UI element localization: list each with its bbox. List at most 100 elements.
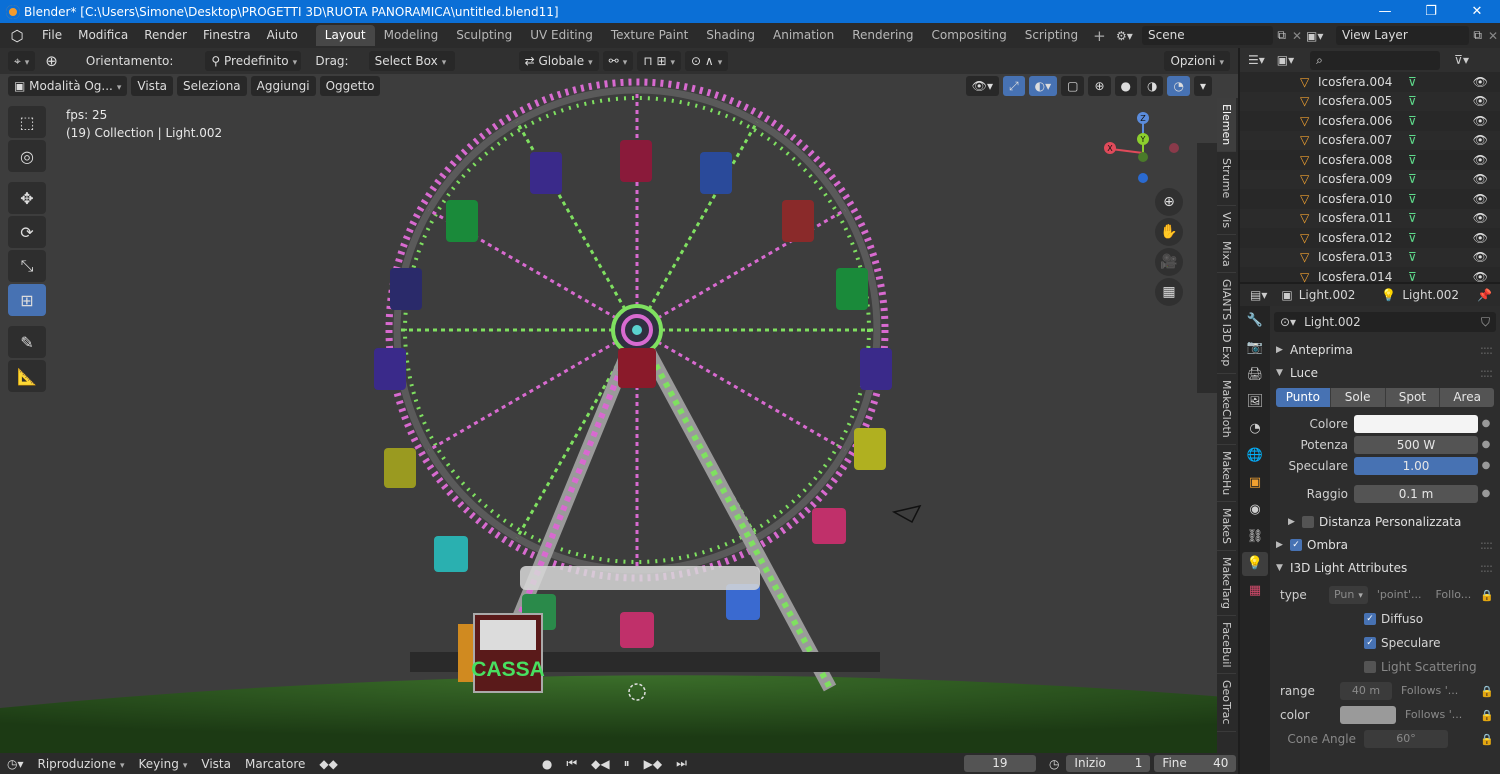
scene-name-field[interactable]: Scene bbox=[1142, 26, 1274, 45]
keyframe-dot-icon[interactable]: ● bbox=[1478, 418, 1494, 429]
tab-compositing[interactable]: Compositing bbox=[923, 25, 1016, 46]
move-tool-icon[interactable]: ✥ bbox=[8, 182, 46, 214]
prev-keyframe-icon[interactable]: ◆◀ bbox=[584, 757, 616, 771]
panel-i3d[interactable]: ▼ I3D Light Attributes:::: bbox=[1270, 556, 1500, 579]
outliner-search-input[interactable]: ⌕ bbox=[1310, 50, 1441, 70]
panel-light[interactable]: ▼ Luce:::: bbox=[1270, 361, 1500, 384]
eye-icon[interactable]: 👁 bbox=[1473, 75, 1488, 89]
tool-properties-icon[interactable]: 🔧 bbox=[1242, 309, 1268, 333]
menu-select[interactable]: Seleziona bbox=[177, 76, 247, 96]
mode-dropdown[interactable]: ▣ Modalità Og... ▾ bbox=[8, 76, 128, 96]
menu-render[interactable]: Render bbox=[136, 23, 195, 48]
transform-tool-icon[interactable]: ⊞ bbox=[8, 284, 46, 316]
outliner-row[interactable]: ▽ Icosfera.007 ⊽ 👁 bbox=[1240, 130, 1500, 150]
sidebar-tab-tool[interactable]: Strume bbox=[1217, 152, 1236, 206]
add-workspace-button[interactable]: + bbox=[1087, 27, 1112, 45]
panel-custom-distance[interactable]: ▶ Distanza Personalizzata bbox=[1270, 510, 1500, 533]
sidebar-collapsed-strip[interactable] bbox=[1197, 143, 1217, 393]
new-scene-icon[interactable]: ⧉ bbox=[1277, 28, 1286, 43]
outliner-row[interactable]: ▽ Icosfera.004 ⊽ 👁 bbox=[1240, 72, 1500, 92]
frame-start-field[interactable]: Inizio 1 bbox=[1066, 755, 1151, 772]
sidebar-tab-makehuman[interactable]: MakeHu bbox=[1217, 445, 1236, 502]
eye-icon[interactable]: 👁 bbox=[1473, 231, 1488, 245]
tab-texture-paint[interactable]: Texture Paint bbox=[602, 25, 697, 46]
scale-tool-icon[interactable]: ⤡ bbox=[8, 250, 46, 282]
overlays-icon[interactable]: ◐▾ bbox=[1028, 76, 1058, 96]
sidebar-tab-view[interactable]: Vis bbox=[1217, 206, 1236, 235]
outliner-row[interactable]: ▽ Icosfera.006 ⊽ 👁 bbox=[1240, 111, 1500, 131]
i3d-specular-checkbox[interactable]: ✓ bbox=[1364, 637, 1376, 649]
tab-layout[interactable]: Layout bbox=[315, 25, 375, 46]
shadow-checkbox[interactable]: ✓ bbox=[1290, 538, 1302, 551]
texture-properties-icon[interactable]: ▦ bbox=[1242, 579, 1268, 603]
world-properties-icon[interactable]: 🌐 bbox=[1242, 444, 1268, 468]
sidebar-tab-item[interactable]: Elemen bbox=[1217, 98, 1236, 153]
view-layer-field[interactable]: View Layer bbox=[1336, 26, 1470, 45]
light-object[interactable] bbox=[891, 504, 922, 524]
sidebar-tab-giants-i3d[interactable]: GIANTS I3D Exp bbox=[1217, 273, 1236, 374]
shading-wireframe-icon[interactable]: ⊕ bbox=[1088, 76, 1111, 96]
eye-icon[interactable]: 👁 bbox=[1473, 133, 1488, 147]
visibility-icon[interactable]: 👁▾ bbox=[965, 76, 999, 96]
lock-icon[interactable]: 🔒 bbox=[1480, 685, 1494, 698]
pan-hand-icon[interactable]: ✋ bbox=[1155, 218, 1183, 246]
outliner-row[interactable]: ▽ Icosfera.005 ⊽ 👁 bbox=[1240, 91, 1500, 111]
custom-distance-checkbox[interactable] bbox=[1302, 515, 1314, 528]
tab-scripting[interactable]: Scripting bbox=[1016, 25, 1087, 46]
eye-icon[interactable]: 👁 bbox=[1473, 270, 1488, 284]
menu-marker[interactable]: Marcatore bbox=[238, 757, 312, 771]
light-color-swatch[interactable] bbox=[1354, 414, 1478, 433]
next-keyframe-icon[interactable]: ▶◆ bbox=[637, 757, 669, 771]
shading-solid-icon[interactable]: ● bbox=[1114, 76, 1137, 96]
sidebar-tab-mixamo[interactable]: Mixa bbox=[1217, 235, 1236, 274]
tab-shading[interactable]: Shading bbox=[697, 25, 764, 46]
filter-icon[interactable]: ⊽▾ bbox=[1454, 53, 1469, 67]
rotate-tool-icon[interactable]: ⟳ bbox=[8, 216, 46, 248]
tab-sculpting[interactable]: Sculpting bbox=[447, 25, 521, 46]
blender-logo-icon[interactable]: ⬡ bbox=[0, 27, 34, 45]
frame-end-field[interactable]: Fine 40 bbox=[1154, 755, 1237, 772]
specular-slider[interactable]: 1.00 bbox=[1354, 456, 1478, 475]
light-datablock-name[interactable]: Light.002 bbox=[1304, 315, 1481, 329]
gizmo-icon[interactable]: ⤢ bbox=[1003, 76, 1025, 96]
3d-viewport[interactable]: CASSA ⌖ ▾ ⊕ Orientamento: ⚲ Predefinito ▾ … bbox=[0, 48, 1238, 753]
pivot-point-icon[interactable]: ⚯ ▾ bbox=[602, 51, 634, 71]
record-icon[interactable]: ● bbox=[535, 757, 559, 771]
view-layer-selector[interactable]: ▣▾ View Layer ⧉ ✕ bbox=[1306, 25, 1498, 46]
physics-properties-icon[interactable]: ◉ bbox=[1242, 498, 1268, 522]
annotate-tool-icon[interactable]: ✎ bbox=[8, 326, 46, 358]
cursor-tool-icon[interactable]: ◎ bbox=[8, 140, 46, 172]
tab-modeling[interactable]: Modeling bbox=[375, 25, 448, 46]
orientation-dropdown[interactable]: ⚲ Predefinito ▾ bbox=[205, 51, 302, 71]
timeline-editor-icon[interactable]: ◷▾ bbox=[0, 757, 31, 771]
menu-edit[interactable]: Modifica bbox=[70, 23, 136, 48]
light-type-spot[interactable]: Spot bbox=[1385, 388, 1441, 407]
tab-animation[interactable]: Animation bbox=[764, 25, 843, 46]
radius-field[interactable]: 0.1 m bbox=[1354, 484, 1478, 503]
close-button[interactable]: ✕ bbox=[1454, 0, 1500, 23]
lock-icon[interactable]: 🔒 bbox=[1480, 589, 1494, 602]
measure-tool-icon[interactable]: 📐 bbox=[8, 360, 46, 392]
i3d-type-dropdown[interactable]: Pun ▾ bbox=[1328, 586, 1368, 604]
keyframe-dot-icon[interactable]: ● bbox=[1478, 460, 1494, 471]
lock-icon[interactable]: 🔒 bbox=[1480, 733, 1494, 746]
fake-user-shield-icon[interactable]: ⛉ bbox=[1481, 315, 1490, 330]
properties-editor-icon[interactable]: ▤▾ bbox=[1250, 288, 1267, 302]
transform-orientation-dropdown[interactable]: ⇄ Globale ▾ bbox=[518, 51, 599, 71]
range-field[interactable]: 40 m bbox=[1340, 682, 1392, 700]
scene-properties-icon[interactable]: ◔ bbox=[1242, 417, 1268, 441]
navigation-gizmo[interactable]: Z Y X bbox=[1100, 106, 1190, 196]
active-tool-icon[interactable]: ⊕ bbox=[39, 51, 64, 71]
scene-selector[interactable]: ⚙▾ Scene ⧉ ✕ bbox=[1116, 25, 1302, 46]
proportional-edit-icon[interactable]: ⊙ ∧ ▾ bbox=[685, 51, 729, 71]
constraints-properties-icon[interactable]: ⛓ bbox=[1242, 525, 1268, 549]
power-field[interactable]: 500 W bbox=[1354, 435, 1478, 454]
sidebar-tab-makecloth[interactable]: MakeCloth bbox=[1217, 374, 1236, 445]
outliner-row[interactable]: ▽ Icosfera.008 ⊽ 👁 bbox=[1240, 150, 1500, 170]
display-mode-icon[interactable]: ▣▾ bbox=[1277, 53, 1294, 67]
keyframe-nav-icon[interactable]: ◆◆ bbox=[312, 757, 344, 771]
eye-icon[interactable]: 👁 bbox=[1473, 172, 1488, 186]
menu-window[interactable]: Finestra bbox=[195, 23, 259, 48]
drag-grip-icon[interactable]: :::: bbox=[1480, 366, 1493, 380]
output-properties-icon[interactable]: 🖨 bbox=[1242, 363, 1268, 387]
